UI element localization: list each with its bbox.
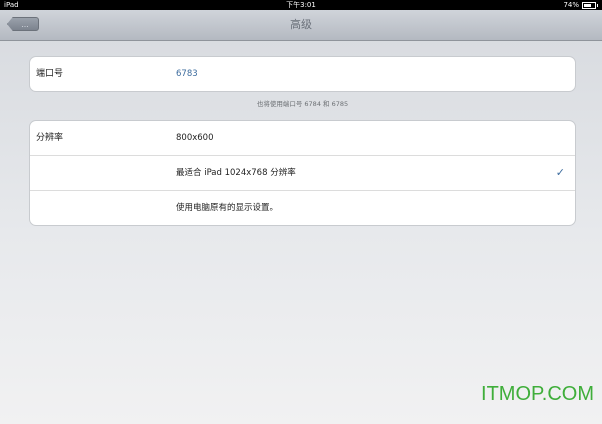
resolution-option-row[interactable]: 最适合 iPad 1024x768 分辨率 ✓	[30, 156, 575, 191]
checkmark-icon: ✓	[555, 166, 565, 179]
battery-indicator: 74%	[563, 0, 598, 10]
status-time: 下午3:01	[286, 1, 316, 9]
resolution-option-label: 最适合 iPad 1024x768 分辨率	[176, 168, 296, 178]
battery-percent: 74%	[563, 1, 579, 9]
port-group: 端口号 6783	[29, 56, 576, 92]
resolution-label: 分辨率	[36, 133, 64, 143]
resolution-group: 分辨率 800x600 最适合 iPad 1024x768 分辨率 ✓ 使用电脑…	[29, 120, 576, 226]
port-label: 端口号	[36, 69, 64, 79]
watermark-text: ITMOP.COM	[481, 383, 594, 405]
status-bar: iPad 下午3:01 74%	[0, 0, 602, 10]
resolution-option-row[interactable]: 使用电脑原有的显示设置。	[30, 191, 575, 225]
port-row[interactable]: 端口号 6783	[30, 57, 575, 91]
battery-icon	[582, 1, 598, 9]
resolution-option-label: 使用电脑原有的显示设置。	[176, 203, 279, 213]
navigation-bar: … 高级	[0, 10, 602, 41]
page-title: 高级	[290, 18, 312, 31]
port-value[interactable]: 6783	[176, 57, 198, 91]
port-note: 也将使用端口号 6784 和 6785	[256, 100, 349, 108]
resolution-option-label: 800x600	[176, 133, 214, 143]
resolution-option-row[interactable]: 分辨率 800x600	[30, 121, 575, 156]
